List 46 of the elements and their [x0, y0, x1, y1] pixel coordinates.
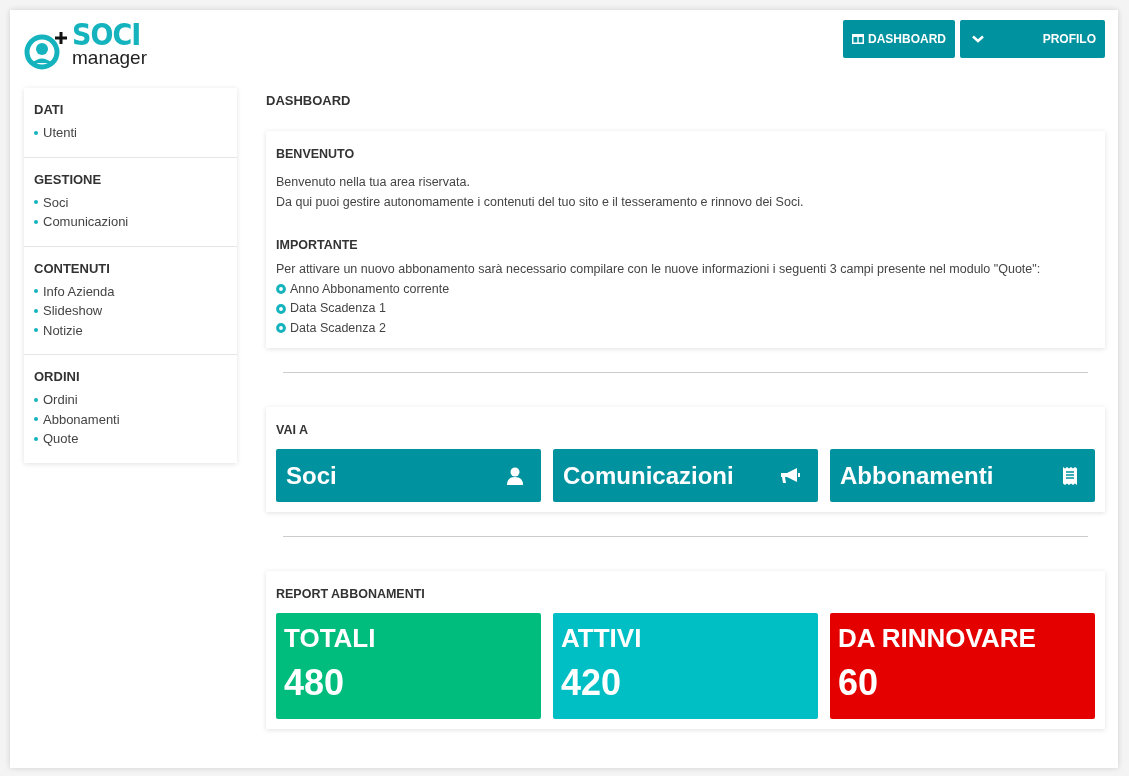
logo-subtitle: manager	[72, 48, 147, 67]
circle-bullet-icon	[276, 303, 286, 314]
card-title: REPORT ABBONAMENTI	[276, 587, 426, 601]
stat-label: TOTALI	[284, 623, 377, 654]
sidebar-section-title: CONTENUTI	[34, 260, 111, 276]
circle-bullet-icon	[276, 284, 286, 295]
sidebar-section-title: GESTIONE	[34, 171, 103, 187]
stat-label: DA RINNOVARE	[838, 623, 1037, 654]
card-title: VAI A	[276, 423, 309, 437]
stat-value: 420	[561, 662, 623, 704]
stat-label: ATTIVI	[561, 623, 643, 654]
card-title: IMPORTANTE	[276, 238, 359, 252]
stat-value: 480	[284, 662, 346, 704]
sidebar-link[interactable]: Info Azienda	[34, 281, 227, 301]
welcome-text: Benvenuto nella tua area riservata.	[276, 174, 471, 191]
sidebar-link[interactable]: Comunicazioni	[34, 212, 227, 232]
sidebar-link[interactable]: Utenti	[34, 123, 227, 143]
sidebar-link[interactable]: Soci	[34, 192, 227, 212]
important-text: Per attivare un nuovo abbonamento sarà necessario compilare con le nuove informazioni i seguenti 3 campi presente nel modulo "Quote":	[276, 261, 1042, 278]
shortcut-button[interactable]: Comunicazioni	[553, 449, 818, 502]
sidebar-link[interactable]: Slideshow	[34, 301, 227, 321]
dashboard-button[interactable]: DASHBOARD	[843, 20, 955, 58]
receipt-icon	[1063, 466, 1077, 485]
circle-bullet-icon	[276, 323, 286, 334]
sidebar-link[interactable]: Quote	[34, 429, 227, 449]
profile-dropdown-button[interactable]: PROFILO	[960, 20, 1105, 58]
megaphone-icon	[780, 466, 800, 485]
logo-icon	[24, 30, 70, 70]
card-title: BENVENUTO	[276, 147, 356, 161]
sidebar-link[interactable]: Notizie	[34, 320, 227, 340]
user-icon	[507, 466, 523, 485]
logo-title: SOCI	[72, 20, 142, 50]
welcome-text: Da qui puoi gestire autonomamente i contenuti del tuo sito e il tesseramento e rinnovo dei Soci.	[276, 193, 805, 211]
field-name: Data Scadenza 2	[290, 319, 386, 337]
field-name: Data Scadenza 1	[290, 300, 386, 317]
shortcut-button[interactable]: Soci	[276, 449, 541, 502]
sidebar-link[interactable]: Ordini	[34, 390, 227, 410]
columns-icon	[852, 34, 864, 44]
shortcut-button[interactable]: Abbonamenti	[830, 449, 1095, 502]
stat-value: 60	[838, 662, 880, 704]
sidebar-section-title: DATI	[34, 102, 65, 117]
field-name: Anno Abbonamento corrente	[290, 280, 450, 298]
sidebar-link[interactable]: Abbonamenti	[34, 409, 227, 429]
sidebar-section-title: ORDINI	[34, 369, 81, 384]
chevron-down-icon	[972, 35, 984, 43]
page-title: DASHBOARD	[266, 92, 352, 110]
